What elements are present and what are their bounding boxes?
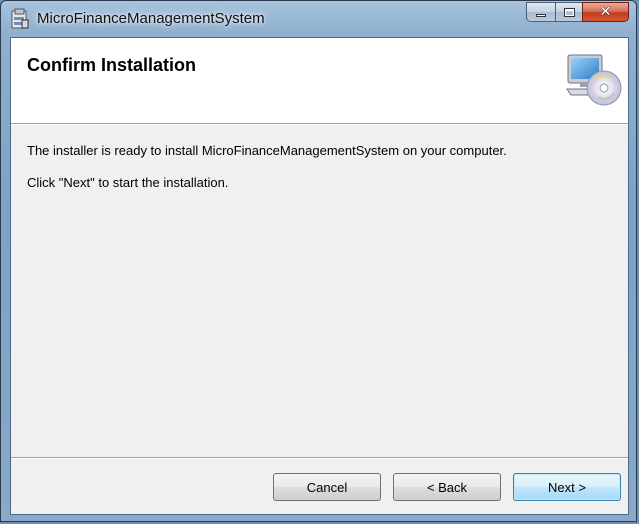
maximize-icon xyxy=(563,7,575,17)
title-bar[interactable]: MicroFinanceManagementSystem ✕ xyxy=(1,1,636,37)
window-title: MicroFinanceManagementSystem xyxy=(37,10,265,27)
maximize-button[interactable] xyxy=(555,2,582,22)
installer-window: MicroFinanceManagementSystem ✕ Confirm I… xyxy=(0,0,637,522)
installer-package-icon xyxy=(11,8,29,29)
computer-cd-icon xyxy=(566,54,622,106)
ready-message: The installer is ready to install MicroF… xyxy=(27,143,507,158)
footer-divider xyxy=(11,457,628,459)
back-button[interactable]: < Back xyxy=(393,473,501,501)
header-banner: Confirm Installation xyxy=(11,38,628,124)
close-icon: ✕ xyxy=(599,4,612,20)
cancel-button[interactable]: Cancel xyxy=(273,473,381,501)
installer-client-area: Confirm Installation The installer is re… xyxy=(10,37,629,515)
caption-buttons: ✕ xyxy=(526,2,629,22)
minimize-button[interactable] xyxy=(526,2,555,22)
minimize-icon xyxy=(536,14,546,17)
instruction-message: Click "Next" to start the installation. xyxy=(27,175,229,190)
page-title: Confirm Installation xyxy=(27,55,197,75)
next-button[interactable]: Next > xyxy=(513,473,621,501)
close-button[interactable]: ✕ xyxy=(582,2,629,22)
